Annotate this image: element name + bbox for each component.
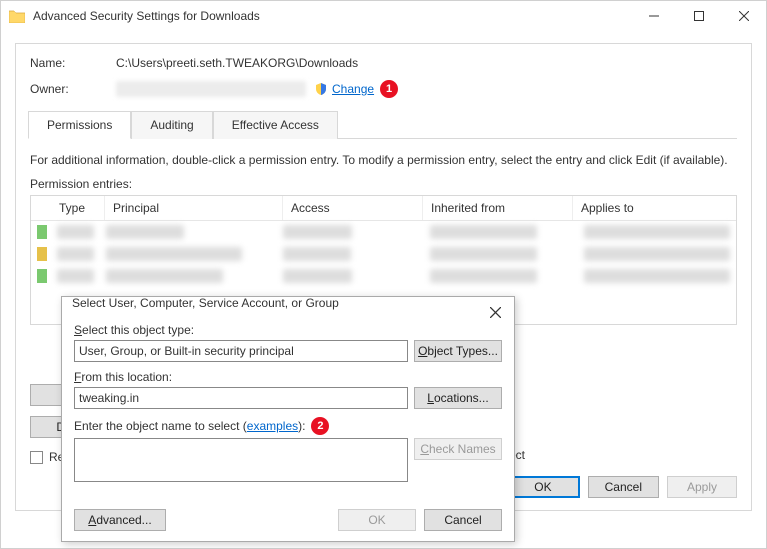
name-row: Name: C:\Users\preeti.seth.TWEAKORG\Down…: [30, 56, 737, 70]
check-names-button: Check Names: [414, 438, 502, 460]
minimize-button[interactable]: [631, 1, 676, 31]
object-name-label: Enter the object name to select (example…: [74, 417, 502, 435]
select-user-dialog: Select User, Computer, Service Account, …: [61, 296, 515, 542]
col-inherited[interactable]: Inherited from: [423, 196, 573, 220]
tab-effective-access[interactable]: Effective Access: [213, 111, 338, 139]
apply-button: Apply: [667, 476, 737, 498]
locations-button[interactable]: Locations...: [414, 387, 502, 409]
window-controls: [631, 1, 766, 31]
object-type-field[interactable]: User, Group, or Built-in security princi…: [74, 340, 408, 362]
ok-button[interactable]: OK: [506, 476, 579, 498]
col-access[interactable]: Access: [283, 196, 423, 220]
permission-table-body: [31, 221, 736, 287]
object-type-label: Select this object type:: [74, 323, 502, 337]
location-group: From this location: tweaking.in Location…: [74, 370, 502, 409]
annotation-2: 2: [311, 417, 329, 435]
object-name-group: Enter the object name to select (example…: [74, 417, 502, 482]
window-title: Advanced Security Settings for Downloads: [33, 9, 631, 23]
name-value: C:\Users\preeti.seth.TWEAKORG\Downloads: [116, 56, 358, 70]
table-row[interactable]: [31, 265, 736, 287]
advanced-button[interactable]: Advanced...: [74, 509, 166, 531]
col-principal[interactable]: Principal: [105, 196, 283, 220]
table-row[interactable]: [31, 243, 736, 265]
replace-checkbox[interactable]: [30, 451, 43, 464]
object-types-button[interactable]: Object Types...: [414, 340, 502, 362]
close-button[interactable]: [721, 1, 766, 31]
tab-auditing[interactable]: Auditing: [131, 111, 212, 139]
col-blank: [31, 196, 51, 220]
shield-icon: [314, 82, 328, 96]
dialog-body: Select this object type: User, Group, or…: [62, 319, 514, 500]
titlebar: Advanced Security Settings for Downloads: [1, 1, 766, 31]
dialog-footer: OK Cancel: [338, 509, 502, 531]
permission-entries-label: Permission entries:: [30, 177, 737, 191]
cancel-button[interactable]: Cancel: [588, 476, 659, 498]
location-label: From this location:: [74, 370, 502, 384]
owner-row: Owner: Change 1: [30, 80, 737, 98]
location-field[interactable]: tweaking.in: [74, 387, 408, 409]
name-label: Name:: [30, 56, 116, 70]
dialog-title: Select User, Computer, Service Account, …: [62, 297, 514, 319]
dialog-cancel-button[interactable]: Cancel: [424, 509, 502, 531]
table-row[interactable]: [31, 221, 736, 243]
tab-permissions[interactable]: Permissions: [28, 111, 131, 139]
tabs: Permissions Auditing Effective Access: [28, 110, 737, 139]
owner-value-redacted: [116, 81, 306, 97]
permission-table-header: Type Principal Access Inherited from App…: [31, 196, 736, 221]
col-applies[interactable]: Applies to: [573, 196, 736, 220]
examples-link[interactable]: examples: [247, 419, 298, 433]
object-type-group: Select this object type: User, Group, or…: [74, 323, 502, 362]
dialog-ok-button: OK: [338, 509, 416, 531]
annotation-1: 1: [380, 80, 398, 98]
dialog-close-button[interactable]: [482, 301, 508, 323]
change-owner-link[interactable]: Change: [332, 82, 374, 96]
folder-icon: [9, 9, 25, 23]
owner-label: Owner:: [30, 82, 116, 96]
info-text: For additional information, double-click…: [30, 153, 737, 167]
footer-buttons: OK Cancel Apply: [506, 476, 737, 498]
col-type[interactable]: Type: [51, 196, 105, 220]
maximize-button[interactable]: [676, 1, 721, 31]
object-name-input[interactable]: [74, 438, 408, 482]
